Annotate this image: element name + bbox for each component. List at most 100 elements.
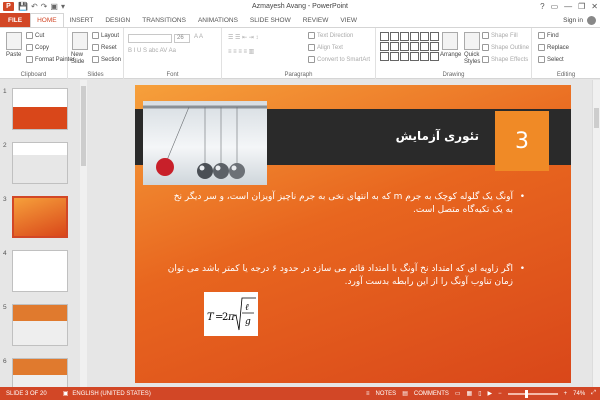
quick-styles-icon[interactable] bbox=[464, 32, 480, 50]
minimize-button[interactable]: — bbox=[564, 2, 572, 11]
copy-label: Copy bbox=[35, 44, 50, 51]
slide-canvas[interactable]: 3 تئوری آزمایش آونگ یک گلوله کوچک به جرم… bbox=[135, 85, 571, 383]
replace-button[interactable]: Replace bbox=[538, 44, 569, 51]
tab-home[interactable]: HOME bbox=[30, 13, 64, 27]
arrange-icon[interactable] bbox=[442, 32, 458, 50]
sign-in-label[interactable]: Sign in bbox=[563, 17, 583, 24]
layout-button[interactable]: Layout bbox=[92, 32, 119, 39]
language-indicator[interactable]: ENGLISH (UNITED STATES) bbox=[72, 391, 150, 397]
thumbnails-scrollbar[interactable] bbox=[80, 80, 87, 387]
tab-design[interactable]: DESIGN bbox=[99, 13, 136, 27]
comments-icon[interactable]: ▤ bbox=[402, 390, 408, 397]
font-style-buttons[interactable]: B I U S abc AV Aa bbox=[128, 48, 176, 54]
slide-thumbnail-2[interactable] bbox=[12, 142, 68, 184]
zoom-slider[interactable] bbox=[507, 389, 558, 398]
redo-icon[interactable]: ↷ bbox=[41, 2, 48, 11]
tab-review[interactable]: REVIEW bbox=[297, 13, 335, 27]
zoom-level[interactable]: 74% bbox=[573, 391, 585, 397]
font-grow-icon[interactable]: A A bbox=[194, 34, 203, 40]
paste-button[interactable]: Paste bbox=[6, 52, 21, 58]
font-size-box[interactable]: 26 bbox=[174, 34, 190, 43]
avatar[interactable] bbox=[587, 15, 596, 25]
notes-icon[interactable]: ≡ bbox=[366, 391, 370, 397]
slide-title[interactable]: تئوری آزمایش bbox=[355, 129, 479, 143]
new-slide-icon[interactable] bbox=[72, 32, 88, 50]
sign-in[interactable]: Sign in bbox=[563, 13, 596, 27]
quick-styles-button[interactable]: Quick bbox=[464, 52, 479, 58]
quick-styles-button-line2[interactable]: Styles bbox=[464, 59, 480, 65]
undo-icon[interactable]: ↶ bbox=[31, 2, 38, 11]
fit-to-window-icon[interactable]: ⤢ bbox=[591, 390, 596, 397]
save-icon[interactable]: 💾 bbox=[18, 2, 28, 11]
new-slide-button-line2[interactable]: Slide bbox=[71, 59, 84, 65]
arrange-button[interactable]: Arrange bbox=[440, 52, 461, 58]
font-name-box[interactable] bbox=[128, 34, 172, 43]
help-button[interactable]: ? bbox=[540, 2, 544, 11]
shape-fill-button[interactable]: Shape Fill bbox=[482, 32, 518, 39]
notes-button[interactable]: NOTES bbox=[376, 391, 397, 397]
slide-thumbnail-1[interactable] bbox=[12, 88, 68, 130]
cut-button[interactable]: Cut bbox=[26, 32, 44, 39]
paragraph-group: ☰ ☰ ⇤ ⇥ ↕ ≡ ≡ ≡ ≡ ▥ Text Direction Align… bbox=[222, 28, 376, 79]
tab-animations[interactable]: ANIMATIONS bbox=[192, 13, 244, 27]
restore-button[interactable]: ❐ bbox=[578, 2, 585, 11]
shape-effects-button[interactable]: Shape Effects bbox=[482, 56, 528, 63]
align-text-label: Align Text bbox=[317, 44, 343, 51]
tab-file[interactable]: FILE bbox=[0, 13, 31, 27]
tab-insert[interactable]: INSERT bbox=[64, 13, 100, 27]
reset-button[interactable]: Reset bbox=[92, 44, 117, 51]
shape-outline-button[interactable]: Shape Outline bbox=[482, 44, 529, 51]
new-slide-button[interactable]: New bbox=[71, 52, 83, 58]
slide-sorter-icon[interactable]: ▦ bbox=[467, 390, 473, 397]
slide-thumbnails-pane[interactable]: 1 2 3 4 5 6 bbox=[0, 80, 88, 387]
zoom-slider-knob[interactable] bbox=[525, 389, 529, 398]
section-label: Section bbox=[101, 56, 122, 63]
thumbnail-number: 6 bbox=[3, 358, 7, 365]
scroll-thumb[interactable] bbox=[594, 108, 599, 128]
paste-icon[interactable] bbox=[6, 32, 22, 50]
ribbon: Paste Cut Copy Format Painter Clipboard … bbox=[0, 27, 600, 79]
text-direction-icon bbox=[308, 32, 315, 39]
find-label: Find bbox=[547, 32, 559, 39]
slide-scrollbar[interactable] bbox=[592, 80, 600, 387]
align-buttons[interactable]: ≡ ≡ ≡ ≡ ▥ bbox=[228, 48, 254, 55]
slide-thumbnail-3[interactable] bbox=[12, 196, 68, 238]
convert-smartart-button[interactable]: Convert to SmartArt bbox=[308, 56, 370, 63]
find-button[interactable]: Find bbox=[538, 32, 559, 39]
tab-slide-show[interactable]: SLIDE SHOW bbox=[244, 13, 297, 27]
proofing-icon[interactable]: ▣ bbox=[63, 390, 69, 397]
svg-text:T: T bbox=[207, 312, 215, 323]
formula-graphic: T = 2 π ℓ g bbox=[207, 297, 256, 331]
customize-qat-icon[interactable]: ▾ bbox=[61, 2, 65, 11]
tab-view[interactable]: VIEW bbox=[334, 13, 363, 27]
section-button[interactable]: Section bbox=[92, 56, 121, 63]
zoom-in-icon[interactable]: + bbox=[564, 391, 568, 397]
reset-label: Reset bbox=[101, 44, 117, 51]
replace-icon bbox=[538, 44, 545, 51]
newtons-cradle-image[interactable] bbox=[143, 101, 267, 185]
pendulum-period-formula[interactable]: T = 2 π ℓ g bbox=[204, 292, 258, 336]
drawing-group: Arrange Quick Styles Shape Fill Shape Ou… bbox=[376, 28, 532, 79]
copy-button[interactable]: Copy bbox=[26, 44, 49, 51]
shapes-gallery[interactable] bbox=[380, 32, 439, 62]
ribbon-display-button[interactable]: ▭ bbox=[551, 2, 559, 11]
tab-transitions[interactable]: TRANSITIONS bbox=[136, 13, 192, 27]
start-slideshow-icon[interactable]: ▣ bbox=[50, 2, 58, 11]
text-direction-button[interactable]: Text Direction bbox=[308, 32, 353, 39]
zoom-out-icon[interactable]: − bbox=[498, 391, 502, 397]
scroll-thumb[interactable] bbox=[81, 86, 86, 166]
slide-thumbnail-5[interactable] bbox=[12, 304, 68, 346]
reading-view-icon[interactable]: ▯ bbox=[478, 390, 481, 397]
format-painter-icon bbox=[26, 56, 33, 63]
editing-group: Find Replace Select Editing bbox=[532, 28, 600, 79]
close-button[interactable]: ✕ bbox=[591, 2, 598, 11]
slide-thumbnail-4[interactable] bbox=[12, 250, 68, 292]
slide-thumbnail-6[interactable] bbox=[12, 358, 68, 387]
powerpoint-window: P 💾 ↶ ↷ ▣ ▾ Azmayesh Avang - PowerPoint … bbox=[0, 0, 600, 400]
slideshow-icon[interactable]: ▶ bbox=[488, 390, 493, 397]
align-text-button[interactable]: Align Text bbox=[308, 44, 343, 51]
list-buttons[interactable]: ☰ ☰ ⇤ ⇥ ↕ bbox=[228, 34, 258, 41]
comments-button[interactable]: COMMENTS bbox=[414, 391, 449, 397]
select-button[interactable]: Select bbox=[538, 56, 564, 63]
normal-view-icon[interactable]: ▭ bbox=[455, 390, 461, 397]
